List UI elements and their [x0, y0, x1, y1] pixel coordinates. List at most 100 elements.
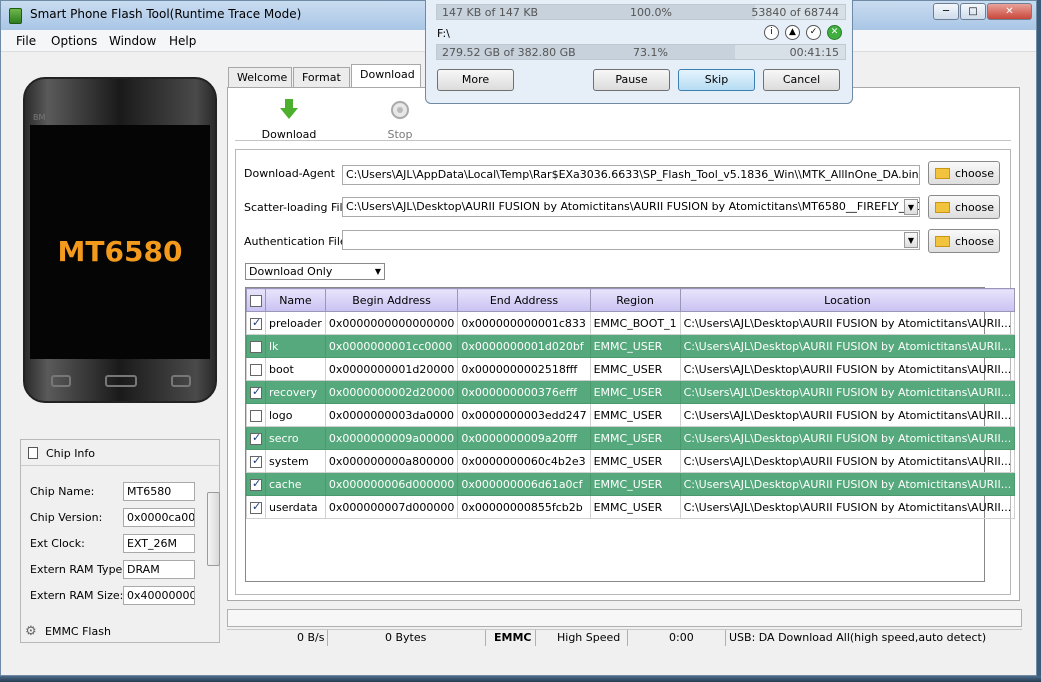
emmc-flash-header[interactable]: ⚙ EMMC Flash	[20, 621, 220, 643]
table-row[interactable]: cache0x000000006d0000000x000000006d61a0c…	[246, 472, 1016, 496]
partition-name-cell[interactable]: system	[265, 449, 326, 473]
row-checkbox-cell[interactable]	[246, 472, 266, 496]
chip-info-scrollbar[interactable]	[206, 476, 220, 612]
stop-button[interactable]: Stop	[370, 99, 430, 141]
download-mode-select[interactable]: Download Only ▼	[245, 263, 385, 280]
table-row[interactable]: boot 0x0000000001d20000 0x0000000002518fff…	[246, 357, 1016, 381]
region-cell[interactable]: EMMC_USER	[589, 334, 681, 358]
choose-download-agent-button[interactable]: choose	[928, 161, 1000, 185]
row-checkbox-cell[interactable]	[246, 403, 266, 427]
download-button[interactable]: Download	[259, 99, 319, 141]
cancel-button[interactable]: Cancel	[763, 69, 840, 91]
tab-welcome[interactable]: Welcome	[228, 67, 292, 88]
table-row[interactable]: logo 0x0000000003da0000 0x0000000003edd247…	[246, 403, 1016, 427]
column-header-begin[interactable]: Begin Address	[324, 288, 459, 312]
end-address-cell[interactable]: 0x0000000001d020bf	[457, 334, 591, 358]
skip-button[interactable]: Skip	[678, 69, 755, 91]
column-header-location[interactable]: Location	[679, 288, 1016, 312]
row-checkbox-cell[interactable]	[246, 357, 266, 381]
scrollbar-thumb[interactable]	[207, 492, 220, 566]
authentication-file-field[interactable]	[342, 230, 920, 250]
select-all-header[interactable]	[246, 288, 266, 312]
region-cell[interactable]: EMMC_USER	[589, 357, 681, 381]
row-checkbox[interactable]	[250, 385, 262, 399]
scatter-loading-field[interactable]: C:\Users\AJL\Desktop\AURII FUSION by Ato…	[342, 197, 920, 217]
row-checkbox-cell[interactable]	[246, 495, 266, 519]
row-checkbox-cell[interactable]	[246, 311, 266, 335]
location-cell[interactable]: C:\Users\AJL\Desktop\AURII FUSION by Ato…	[679, 472, 1016, 496]
location-cell[interactable]: C:\Users\AJL\Desktop\AURII FUSION by Ato…	[679, 403, 1016, 427]
pause-button[interactable]: Pause	[593, 69, 670, 91]
chip-info-header[interactable]: Chip Info	[21, 440, 219, 466]
region-cell[interactable]: EMMC_USER	[589, 472, 681, 496]
row-checkbox[interactable]	[250, 363, 262, 376]
chevron-down-icon[interactable]: ▼	[904, 199, 918, 215]
partition-name-cell[interactable]: secro	[265, 426, 326, 450]
region-cell[interactable]: EMMC_USER	[589, 426, 681, 450]
check-icon[interactable]: ✓	[806, 25, 821, 40]
table-row[interactable]: recovery0x0000000002d200000x000000000376…	[246, 380, 1016, 404]
location-cell[interactable]: C:\Users\AJL\Desktop\AURII FUSION by Ato…	[679, 426, 1016, 450]
chip-row-value[interactable]: 0x0000ca00	[123, 508, 195, 527]
row-checkbox-cell[interactable]	[246, 449, 266, 473]
end-address-cell[interactable]: 0x0000000002518fff	[457, 357, 591, 381]
menu-file[interactable]: File	[16, 34, 36, 48]
region-cell[interactable]: EMMC_USER	[589, 449, 681, 473]
table-row[interactable]: secro0x0000000009a000000x0000000009a20ff…	[246, 426, 1016, 450]
close-circle-icon[interactable]: ✕	[827, 25, 842, 40]
row-checkbox-cell[interactable]	[246, 334, 266, 358]
begin-address-cell[interactable]: 0x000000007d000000	[324, 495, 459, 519]
row-checkbox[interactable]	[250, 500, 262, 514]
region-cell[interactable]: EMMC_USER	[589, 403, 681, 427]
row-checkbox-cell[interactable]	[246, 380, 266, 404]
location-cell[interactable]: C:\Users\AJL\Desktop\AURII FUSION by Ato…	[679, 495, 1016, 519]
select-all-checkbox[interactable]	[250, 294, 262, 307]
region-cell[interactable]: EMMC_USER	[589, 380, 681, 404]
choose-auth-button[interactable]: choose	[928, 229, 1000, 253]
close-icon[interactable]: ✕	[987, 3, 1032, 20]
partition-name-cell[interactable]: lk	[265, 334, 326, 358]
minimize-icon[interactable]: ─	[933, 3, 959, 20]
location-cell[interactable]: C:\Users\AJL\Desktop\AURII FUSION by Ato…	[679, 334, 1016, 358]
end-address-cell[interactable]: 0x00000000855fcb2b	[457, 495, 591, 519]
row-checkbox[interactable]	[250, 431, 262, 445]
location-cell[interactable]: C:\Users\AJL\Desktop\AURII FUSION by Ato…	[679, 357, 1016, 381]
end-address-cell[interactable]: 0x0000000060c4b2e3	[457, 449, 591, 473]
row-checkbox[interactable]	[250, 340, 262, 353]
menu-help[interactable]: Help	[169, 34, 196, 48]
menu-window[interactable]: Window	[109, 34, 156, 48]
end-address-cell[interactable]: 0x000000000001c833	[457, 311, 591, 335]
partition-name-cell[interactable]: userdata	[265, 495, 326, 519]
partition-name-cell[interactable]: recovery	[265, 380, 326, 404]
download-agent-field[interactable]: C:\Users\AJL\AppData\Local\Temp\Rar$EXa3…	[342, 165, 920, 185]
partition-name-cell[interactable]: cache	[265, 472, 326, 496]
eject-icon[interactable]: ▲	[785, 25, 800, 40]
table-row[interactable]: preloader0x00000000000000000x00000000000…	[246, 311, 1016, 335]
chip-row-value[interactable]: MT6580	[123, 482, 195, 501]
end-address-cell[interactable]: 0x000000000376efff	[457, 380, 591, 404]
column-header-region[interactable]: Region	[589, 288, 681, 312]
begin-address-cell[interactable]: 0x0000000009a00000	[324, 426, 459, 450]
more-button[interactable]: More	[437, 69, 514, 91]
tab-format[interactable]: Format	[293, 67, 350, 88]
partition-name-cell[interactable]: boot	[265, 357, 326, 381]
table-row[interactable]: system0x000000000a8000000x0000000060c4b2…	[246, 449, 1016, 473]
location-cell[interactable]: C:\Users\AJL\Desktop\AURII FUSION by Ato…	[679, 311, 1016, 335]
row-checkbox[interactable]	[250, 316, 262, 330]
region-cell[interactable]: EMMC_USER	[589, 495, 681, 519]
begin-address-cell[interactable]: 0x0000000001cc0000	[324, 334, 459, 358]
begin-address-cell[interactable]: 0x0000000003da0000	[324, 403, 459, 427]
row-checkbox[interactable]	[250, 477, 262, 491]
table-row[interactable]: lk 0x0000000001cc0000 0x0000000001d020bf EM…	[246, 334, 1016, 358]
maximize-icon[interactable]: □	[960, 3, 986, 20]
begin-address-cell[interactable]: 0x000000006d000000	[324, 472, 459, 496]
end-address-cell[interactable]: 0x0000000003edd247	[457, 403, 591, 427]
end-address-cell[interactable]: 0x0000000009a20fff	[457, 426, 591, 450]
begin-address-cell[interactable]: 0x0000000002d20000	[324, 380, 459, 404]
row-checkbox[interactable]	[250, 409, 262, 422]
menu-options[interactable]: Options	[51, 34, 97, 48]
row-checkbox[interactable]	[250, 454, 262, 468]
begin-address-cell[interactable]: 0x0000000000000000	[324, 311, 459, 335]
info-icon[interactable]: i	[764, 25, 779, 40]
chip-row-value[interactable]: DRAM	[123, 560, 195, 579]
